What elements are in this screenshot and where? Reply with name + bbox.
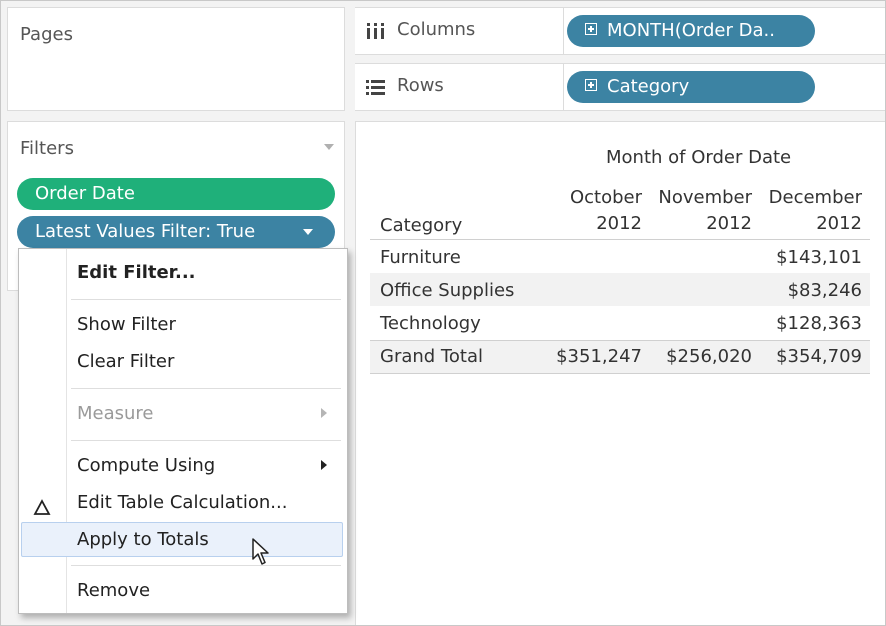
rows-pill-label: Category [607, 76, 690, 97]
columns-label: Columns [397, 19, 476, 40]
menu-item-compute-using[interactable]: Compute Using [77, 455, 215, 476]
expand-plus-icon[interactable] [585, 79, 597, 91]
row-label: Technology [380, 313, 481, 334]
row-label: Grand Total [380, 346, 483, 367]
table-cell: $256,020 [666, 346, 752, 367]
expand-plus-icon[interactable] [585, 23, 597, 35]
column-header-title: Month of Order Date [606, 147, 792, 168]
filters-title: Filters [20, 138, 74, 159]
rows-shelf[interactable]: Rows Category [355, 63, 885, 111]
filter-pill-label: Latest Values Filter: True [35, 221, 256, 242]
menu-separator [71, 299, 341, 300]
menu-separator [71, 388, 341, 389]
pill-dropdown-caret-icon[interactable] [303, 229, 313, 235]
column-header-year: 2012 [596, 213, 642, 234]
menu-separator [71, 440, 341, 441]
column-header-year: 2012 [706, 213, 752, 234]
pages-title: Pages [20, 24, 73, 45]
menu-item-remove[interactable]: Remove [77, 580, 150, 601]
columns-pill-label: MONTH(Order Da.. [607, 20, 775, 41]
columns-shelf-header: Columns [355, 8, 564, 54]
rows-icon [366, 80, 385, 95]
submenu-arrow-icon [321, 408, 327, 418]
table-cell: $128,363 [776, 313, 862, 334]
menu-item-edit-filter[interactable]: Edit Filter... [77, 262, 196, 283]
row-label: Furniture [380, 247, 461, 268]
total-divider [370, 340, 870, 341]
rows-label: Rows [397, 75, 444, 96]
table-cell: $354,709 [776, 346, 862, 367]
columns-icon [367, 23, 384, 39]
menu-item-edit-table-calculation[interactable]: Edit Table Calculation... [77, 492, 287, 513]
menu-item-clear-filter[interactable]: Clear Filter [77, 351, 174, 372]
menu-separator [71, 565, 341, 566]
table-cell: $143,101 [776, 247, 862, 268]
columns-pill-month-order-date[interactable]: MONTH(Order Da.. [567, 15, 815, 47]
rows-shelf-header: Rows [355, 64, 564, 110]
pill-context-menu: Edit Filter... Show Filter Clear Filter … [18, 248, 348, 614]
tableau-workspace: Pages Filters Order Date Latest Values F… [0, 0, 886, 626]
row-label: Office Supplies [380, 280, 515, 301]
column-header-year: 2012 [816, 213, 862, 234]
header-divider [370, 239, 870, 240]
column-header-month: October [569, 187, 642, 208]
submenu-arrow-icon [321, 460, 327, 470]
filter-pill-label: Order Date [35, 183, 135, 204]
menu-item-measure: Measure [77, 403, 154, 424]
table-cell: $351,247 [556, 346, 642, 367]
filter-pill-latest-values[interactable]: Latest Values Filter: True [17, 216, 335, 248]
filter-pill-order-date[interactable]: Order Date [17, 178, 335, 210]
pages-shelf[interactable]: Pages [7, 7, 345, 111]
columns-shelf[interactable]: Columns MONTH(Order Da.. [355, 7, 885, 55]
column-header-month: December [768, 187, 862, 208]
table-cell: $83,246 [787, 280, 862, 301]
mouse-pointer-icon [252, 538, 269, 565]
filters-menu-caret-icon[interactable] [324, 144, 334, 150]
menu-item-show-filter[interactable]: Show Filter [77, 314, 176, 335]
menu-icon-gutter [66, 249, 67, 613]
rows-pill-category[interactable]: Category [567, 71, 815, 103]
table-bottom-border [370, 373, 870, 374]
menu-item-apply-to-totals[interactable]: Apply to Totals [77, 529, 209, 550]
delta-icon [33, 499, 51, 515]
worksheet-view[interactable]: Month of Order Date October 2012 Novembe… [355, 121, 885, 625]
column-header-month: November [658, 187, 752, 208]
row-header-category: Category [380, 215, 463, 236]
